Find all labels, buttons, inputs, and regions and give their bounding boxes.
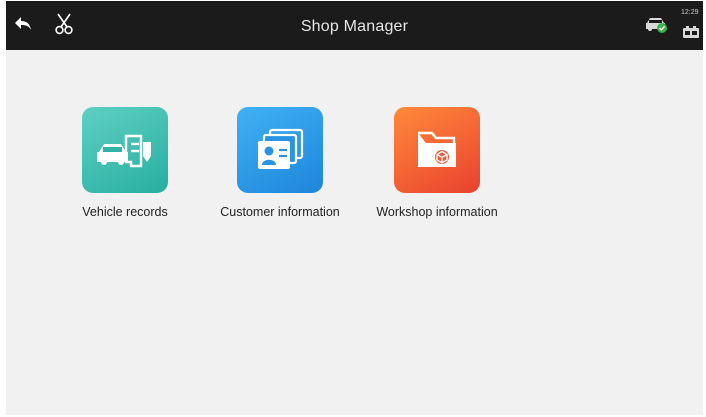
app-label: Workshop information xyxy=(376,205,498,219)
battery-icon xyxy=(682,25,700,44)
status-time: 12:29 xyxy=(681,9,699,16)
customer-information-tile[interactable] xyxy=(237,107,323,193)
screen: Shop Manager 12:29 Vehicle records Custo… xyxy=(6,1,703,415)
app-workshop-information[interactable]: Workshop information xyxy=(362,107,512,219)
app-customer-information[interactable]: Customer information xyxy=(205,107,355,219)
app-label: Customer information xyxy=(220,205,340,219)
vci-status-button[interactable] xyxy=(642,10,670,38)
vehicle-records-icon xyxy=(97,134,151,168)
vehicle-records-tile[interactable] xyxy=(82,107,168,193)
page-title: Shop Manager xyxy=(300,18,409,35)
car-connection-icon xyxy=(646,18,667,33)
app-label: Vehicle records xyxy=(82,205,168,219)
workshop-folder-icon xyxy=(418,131,456,167)
app-vehicle-records[interactable]: Vehicle records xyxy=(50,107,200,219)
top-bar: Shop Manager 12:29 xyxy=(6,1,703,50)
customer-card-icon xyxy=(258,128,304,169)
workshop-information-tile[interactable] xyxy=(394,107,480,193)
